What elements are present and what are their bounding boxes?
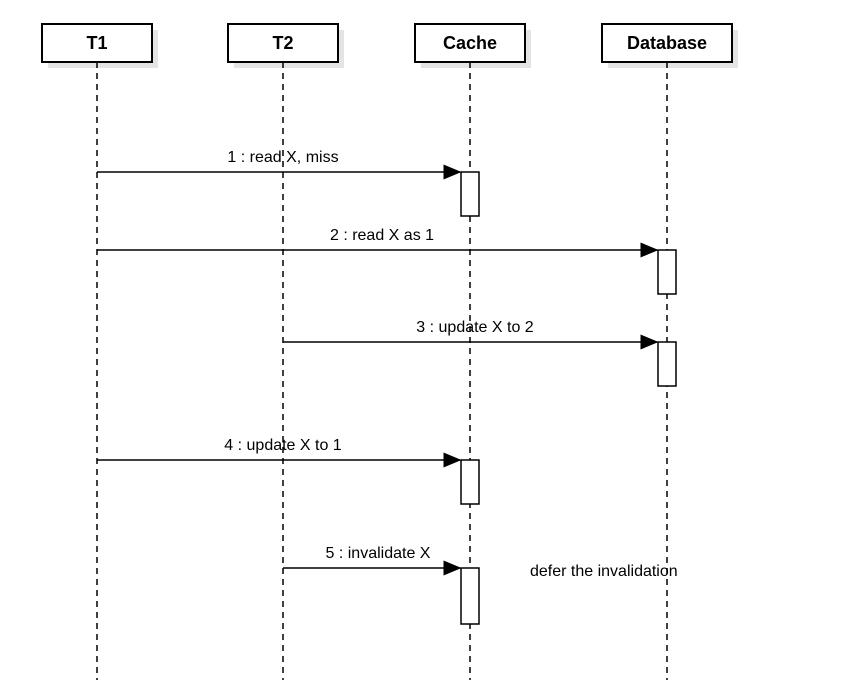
activation-database-2 (658, 342, 676, 386)
message-5-label: 5 : invalidate X (326, 545, 431, 562)
message-5: 5 : invalidate X defer the invalidation (283, 545, 678, 624)
message-2: 2 : read X as 1 (97, 227, 676, 294)
message-1-label: 1 : read X, miss (227, 149, 338, 166)
sequence-diagram: T1 T2 Cache Database 1 : read X, miss 2 … (0, 0, 846, 698)
activation-cache-3 (461, 568, 479, 624)
participant-t2-label: T2 (272, 33, 293, 53)
message-4-label: 4 : update X to 1 (224, 437, 342, 454)
activation-database-1 (658, 250, 676, 294)
activation-cache-2 (461, 460, 479, 504)
participant-t1: T1 (42, 24, 158, 680)
participant-t2: T2 (228, 24, 344, 680)
participant-database-label: Database (627, 33, 707, 53)
note-defer: defer the invalidation (530, 563, 678, 580)
participant-cache-label: Cache (443, 33, 497, 53)
activation-cache-1 (461, 172, 479, 216)
message-2-label: 2 : read X as 1 (330, 227, 434, 244)
message-3: 3 : update X to 2 (283, 319, 676, 386)
message-1: 1 : read X, miss (97, 149, 479, 216)
message-3-label: 3 : update X to 2 (416, 319, 534, 336)
message-4: 4 : update X to 1 (97, 437, 479, 504)
participant-t1-label: T1 (86, 33, 107, 53)
